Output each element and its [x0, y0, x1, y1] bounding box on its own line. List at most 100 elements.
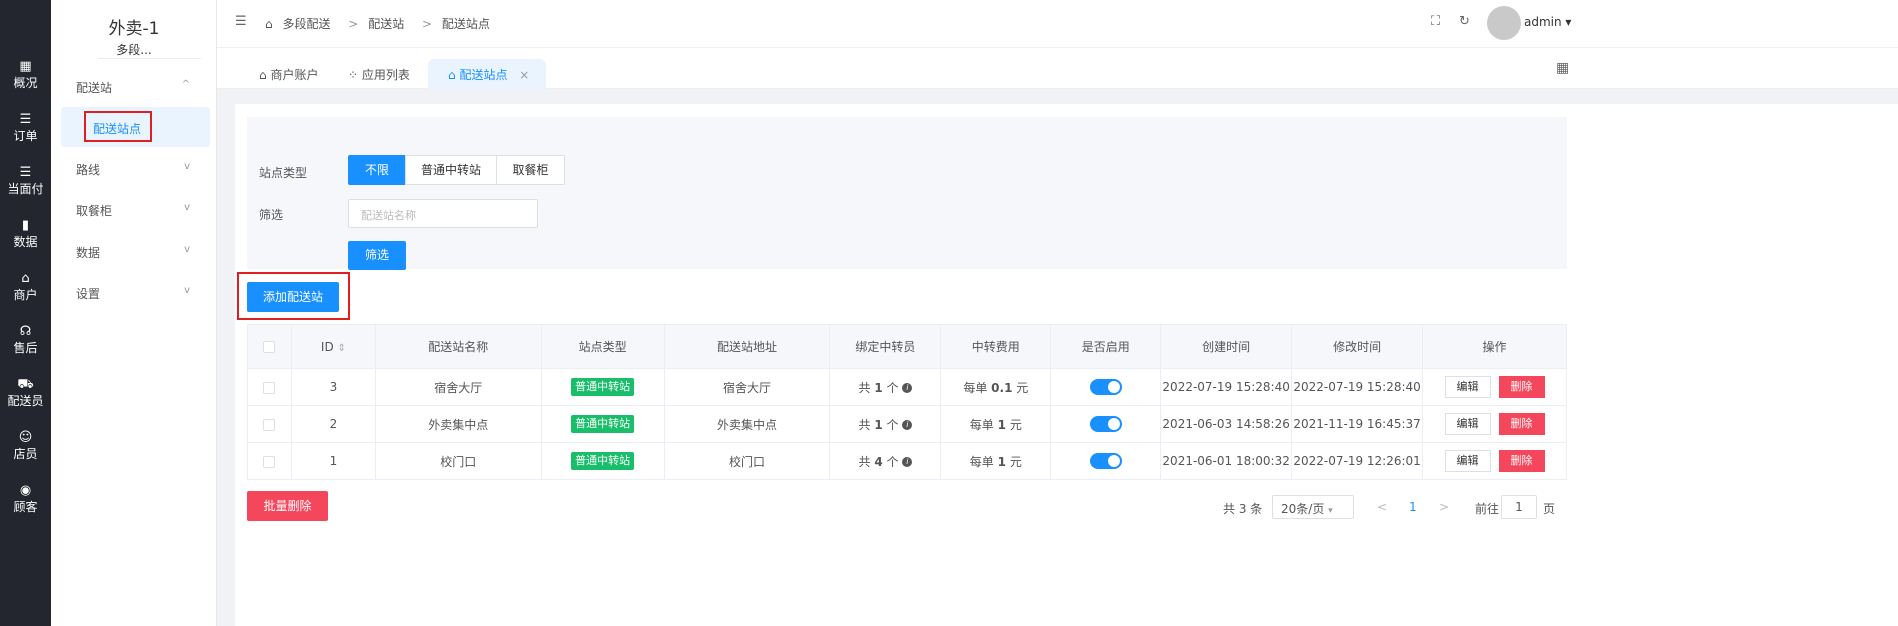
tab-delivery-points[interactable]: ⌂ 配送站点 ×	[428, 59, 546, 89]
highlight-box	[237, 272, 350, 320]
customer-icon: ◉	[19, 483, 32, 498]
user-icon: ☺	[18, 430, 33, 445]
refresh-icon[interactable]: ↻	[1459, 14, 1470, 29]
cell-bound-staff: 共 1 个 i	[829, 405, 942, 443]
shop-icon: ⌂	[21, 271, 30, 286]
rail-item-couriers[interactable]: ⛟ 配送员	[0, 370, 51, 422]
grid-icon[interactable]: ▦	[1556, 60, 1569, 76]
breadcrumb-separator: >	[348, 17, 359, 31]
rail-item-merchants[interactable]: ⌂ 商户	[0, 264, 51, 316]
info-icon[interactable]: i	[902, 383, 913, 393]
type-tag: 普通中转站	[571, 452, 635, 470]
sort-icon[interactable]: ⇕	[338, 343, 346, 354]
rail-item-orders[interactable]: ☰ 订单	[0, 105, 51, 157]
user-name[interactable]: admin ▾	[1524, 15, 1571, 29]
prev-page-button[interactable]: <	[1377, 500, 1387, 514]
rail-item-staff[interactable]: ☺ 店员	[0, 423, 51, 475]
headset-icon: ☊	[19, 324, 32, 339]
tab-app-list[interactable]: ⁘ 应用列表	[348, 59, 410, 89]
batch-delete-button[interactable]: 批量删除	[247, 491, 328, 521]
enabled-toggle[interactable]	[1089, 453, 1122, 469]
next-page-button[interactable]: >	[1439, 500, 1449, 514]
row-checkbox[interactable]	[263, 418, 276, 431]
rail-item-label: 当面付	[7, 182, 44, 196]
rail-item-label: 顾客	[13, 500, 38, 514]
col-id[interactable]: ID ⇕	[291, 324, 376, 369]
edit-button[interactable]: 编辑	[1444, 450, 1491, 472]
tab-label: 应用列表	[361, 68, 410, 82]
home-icon: ⌂	[265, 17, 273, 31]
list-icon: ☰	[19, 165, 32, 180]
dashboard-icon: ▦	[19, 59, 32, 74]
menu-delivery-station[interactable]: 配送站 ^	[76, 79, 217, 99]
col-bound-staff: 绑定中转员	[829, 324, 942, 369]
cell-address: 校门口	[664, 442, 831, 480]
col-created: 创建时间	[1160, 324, 1293, 369]
rail-item-data[interactable]: ▮ 数据	[0, 211, 51, 263]
rail-item-label: 配送员	[7, 394, 44, 408]
page-size-select[interactable]: 20条/页 ▾	[1272, 495, 1354, 519]
col-fee: 中转费用	[940, 324, 1052, 369]
chevron-down-icon: v	[184, 285, 190, 296]
breadcrumb-item[interactable]: 配送站	[368, 17, 404, 31]
edit-button[interactable]: 编辑	[1444, 413, 1491, 435]
type-option-all[interactable]: 不限	[348, 155, 406, 185]
edit-button[interactable]: 编辑	[1444, 376, 1491, 398]
info-icon[interactable]: i	[902, 420, 913, 430]
type-option-locker[interactable]: 取餐柜	[496, 155, 565, 185]
cell-created: 2021-06-03 14:58:26	[1160, 405, 1293, 443]
rail-item-label: 数据	[13, 235, 38, 249]
type-option-transit[interactable]: 普通中转站	[405, 155, 497, 185]
shop-icon: ⌂	[259, 68, 271, 82]
list-icon: ☰	[19, 112, 32, 127]
chevron-down-icon: v	[184, 244, 190, 255]
menu-label: 数据	[76, 246, 101, 260]
menu-routes[interactable]: 路线 v	[76, 161, 217, 181]
station-name-input[interactable]: 配送站名称	[348, 199, 538, 228]
table-row: 1 校门口 普通中转站 校门口 共 4 个 i 每单 1 元 2021-06-0…	[247, 442, 1567, 480]
cell-created: 2021-06-01 18:00:32	[1160, 442, 1293, 480]
rail-item-after-sales[interactable]: ☊ 售后	[0, 317, 51, 369]
close-icon[interactable]: ×	[519, 68, 529, 82]
rail-item-face-pay[interactable]: ☰ 当面付	[0, 158, 51, 210]
cell-created: 2022-07-19 15:28:40	[1160, 368, 1293, 406]
page-number-current[interactable]: 1	[1409, 500, 1417, 514]
menu-fold-icon[interactable]: ☰	[235, 14, 247, 29]
goto-page-input[interactable]: 1	[1501, 495, 1537, 519]
delete-button[interactable]: 删除	[1498, 413, 1545, 435]
chevron-up-icon: ^	[181, 79, 190, 90]
menu-settings[interactable]: 设置 v	[76, 285, 217, 305]
enabled-toggle[interactable]	[1089, 379, 1122, 395]
filter-button[interactable]: 筛选	[348, 241, 406, 270]
col-enabled: 是否启用	[1050, 324, 1162, 369]
col-name: 配送站名称	[375, 324, 542, 369]
row-checkbox[interactable]	[263, 381, 276, 394]
breadcrumb-item[interactable]: 多段配送	[282, 17, 330, 31]
row-checkbox[interactable]	[263, 455, 276, 468]
avatar[interactable]	[1487, 6, 1521, 40]
chevron-down-icon: v	[184, 161, 190, 172]
rail-item-customers[interactable]: ◉ 顾客	[0, 476, 51, 528]
pagination-total: 共 3 条	[1223, 502, 1263, 516]
info-icon[interactable]: i	[902, 457, 913, 467]
menu-label: 取餐柜	[76, 204, 113, 218]
tab-merchant-account[interactable]: ⌂ 商户账户	[259, 59, 318, 89]
select-all-checkbox[interactable]	[247, 324, 292, 369]
menu-pickup-locker[interactable]: 取餐柜 v	[76, 202, 217, 222]
rail-item-overview[interactable]: ▦ 概况	[0, 52, 51, 104]
delete-button[interactable]: 删除	[1498, 376, 1545, 398]
col-address: 配送站地址	[664, 324, 831, 369]
checkbox[interactable]	[263, 341, 276, 353]
breadcrumb: ⌂ 多段配送 > 配送站 > 配送站点	[265, 15, 496, 32]
divider	[98, 58, 201, 59]
goto-suffix: 页	[1543, 502, 1556, 516]
cell-bound-staff: 共 4 个 i	[829, 442, 942, 480]
table-row: 2 外卖集中点 普通中转站 外卖集中点 共 1 个 i 每单 1 元 2021-…	[247, 405, 1567, 443]
menu-data[interactable]: 数据 v	[76, 244, 217, 264]
type-tag: 普通中转站	[571, 378, 635, 396]
delete-button[interactable]: 删除	[1498, 450, 1545, 472]
tab-label: 配送站点	[459, 68, 508, 82]
enabled-toggle[interactable]	[1089, 416, 1122, 432]
fullscreen-icon[interactable]: ⛶	[1431, 14, 1440, 29]
cell-name: 宿舍大厅	[375, 368, 542, 406]
